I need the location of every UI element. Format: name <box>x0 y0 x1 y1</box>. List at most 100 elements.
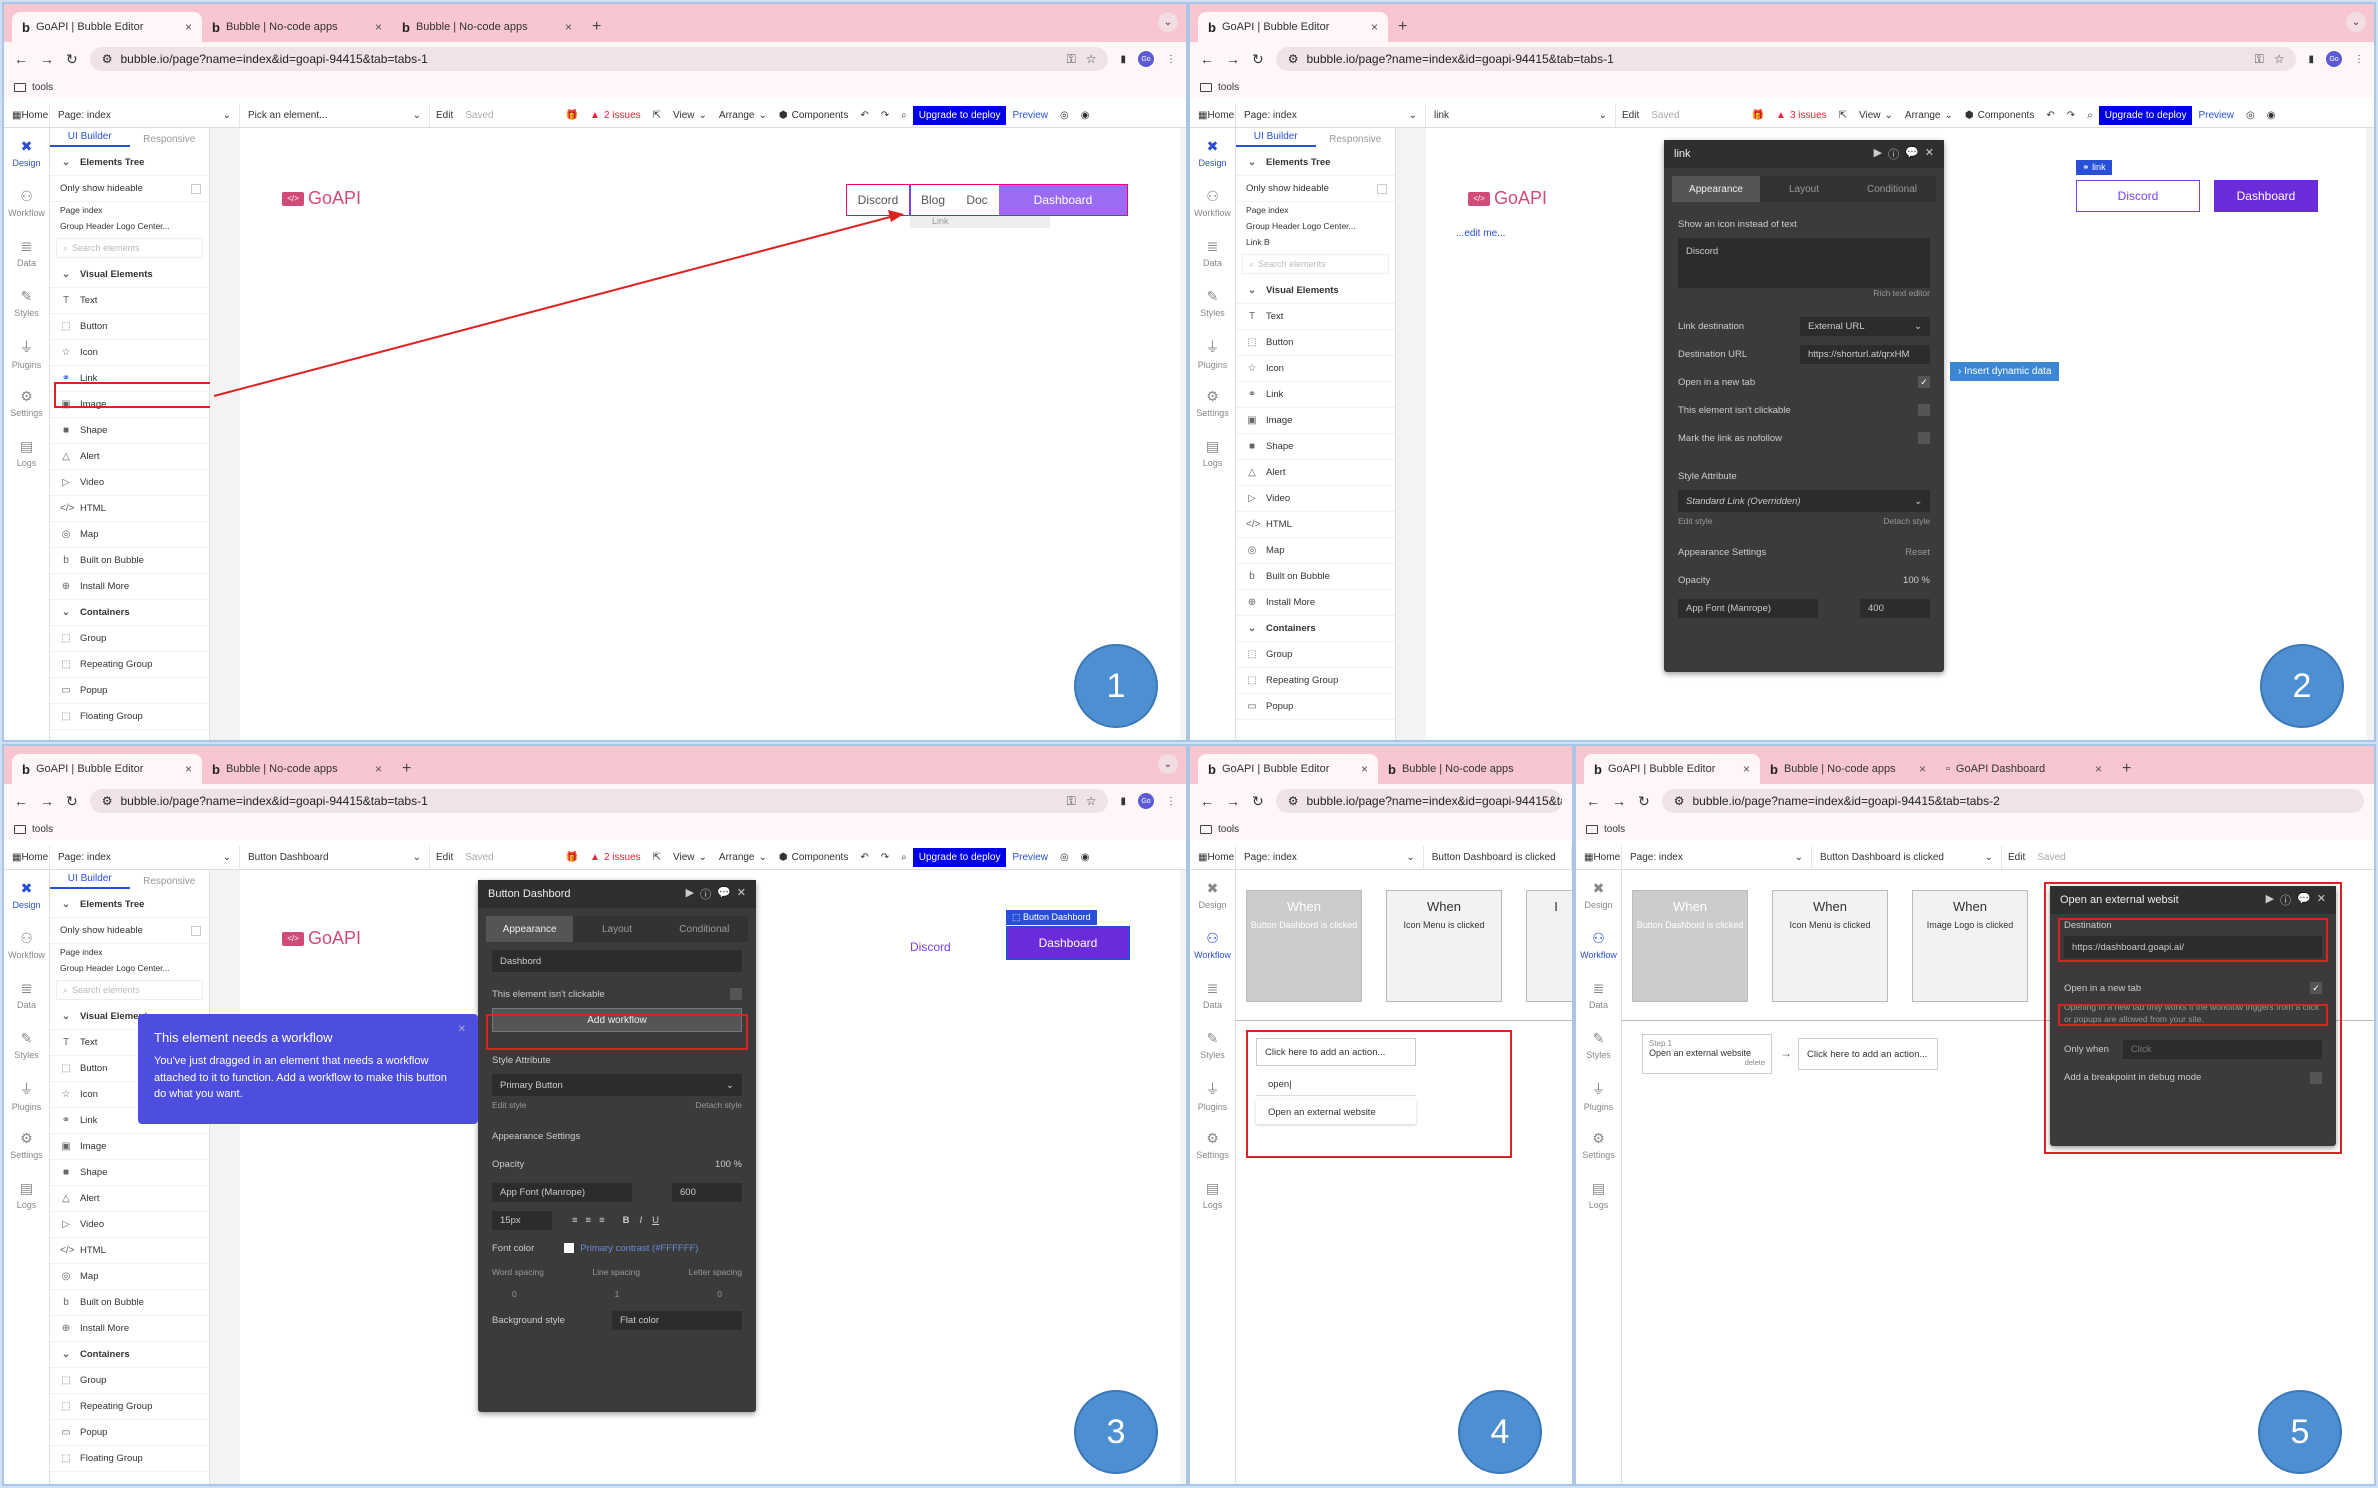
dashboard-button[interactable]: Dashboard <box>2214 180 2318 212</box>
upgrade-button[interactable]: Upgrade to deploy <box>2098 106 2193 125</box>
link-destination-select[interactable]: External URL ⌄ <box>1800 316 1930 336</box>
checkbox[interactable] <box>191 925 201 936</box>
preview-button[interactable]: Preview <box>1006 852 1054 863</box>
close-icon[interactable]: × <box>185 762 192 776</box>
upgrade-button[interactable]: Upgrade to deploy <box>912 848 1007 867</box>
elements-tree-header[interactable]: ⌄ Elements Tree <box>50 892 209 918</box>
url-bar[interactable]: ⚙ bubble.io/page?name=index&id=goapi-9441… <box>1275 47 2297 71</box>
nav-styles[interactable]: ✎ Styles <box>1190 1020 1235 1070</box>
letter-spacing-input[interactable]: 0 <box>717 1289 742 1299</box>
container-floating-group[interactable]: ⬚ Floating Group <box>50 1446 209 1472</box>
tab-appearance[interactable]: Appearance <box>486 916 574 942</box>
tab-appearance[interactable]: Appearance <box>1672 176 1760 202</box>
event-card-logo[interactable]: I <box>1526 890 1572 1002</box>
nav-design[interactable]: ✖ Design <box>1190 870 1235 920</box>
back-icon[interactable]: ← <box>1200 793 1214 809</box>
close-icon[interactable]: ✕ <box>458 1024 466 1035</box>
nav-workflow[interactable]: ⚇ Workflow <box>4 920 49 970</box>
nav-logs[interactable]: ▤ Logs <box>4 1170 49 1220</box>
element-alert[interactable]: △ Alert <box>50 1186 209 1212</box>
bookmark-tools[interactable]: tools <box>1218 82 1239 93</box>
close-icon[interactable]: × <box>2095 762 2102 776</box>
nav-styles[interactable]: ✎ Styles <box>4 1020 49 1070</box>
nav-data[interactable]: ≣ Data <box>1576 970 1621 1020</box>
tree-item-group[interactable]: Group Header Logo Center... <box>1236 218 1395 234</box>
arrange-menu[interactable]: Arrange ⌄ <box>713 852 773 863</box>
button-text-input[interactable]: Dashbord <box>492 950 742 972</box>
tab-ui-builder[interactable]: UI Builder <box>50 873 130 889</box>
gift-icon[interactable]: 🎁 <box>560 852 584 863</box>
element-video[interactable]: ▷ Video <box>50 1212 209 1238</box>
nav-plugins[interactable]: ⏚ Plugins <box>1576 1070 1621 1120</box>
edit-menu[interactable]: Edit <box>2002 852 2031 863</box>
comment-icon[interactable]: 💬 <box>717 886 731 902</box>
edit-menu[interactable]: Edit <box>430 852 459 863</box>
nav-data[interactable]: ≣ Data <box>4 970 49 1020</box>
container-repeating-group[interactable]: ⬚ Repeating Group <box>1236 668 1395 694</box>
dashboard-button[interactable]: Dashboard <box>1006 926 1130 960</box>
weight-select[interactable]: 600 <box>672 1182 742 1202</box>
edit-menu[interactable]: Edit <box>1616 110 1645 121</box>
visual-elements-header[interactable]: ⌄ Visual Elements <box>1236 278 1395 304</box>
view-menu[interactable]: View ⌄ <box>1853 110 1899 121</box>
undo-icon[interactable]: ↶ <box>2040 110 2060 121</box>
forward-icon[interactable]: → <box>1612 793 1626 809</box>
redo-icon[interactable]: ↷ <box>875 852 895 863</box>
edit-style-link[interactable]: Edit style <box>492 1100 527 1116</box>
info-icon[interactable]: ⓘ <box>700 886 711 902</box>
event-card-logo[interactable]: When Image Logo is clicked <box>1912 890 2028 1002</box>
reload-icon[interactable]: ↻ <box>1638 793 1650 810</box>
event-card-icon-menu[interactable]: When Icon Menu is clicked <box>1772 890 1888 1002</box>
nav-styles[interactable]: ✎ Styles <box>1190 278 1235 328</box>
nav-design[interactable]: ✖ Design <box>1190 128 1235 178</box>
reload-icon[interactable]: ↻ <box>1252 793 1264 810</box>
element-icon[interactable]: ☆ Icon <box>1236 356 1395 382</box>
key-icon[interactable]: ⚿ <box>2255 52 2264 67</box>
step-card[interactable]: Step 1 Open an external website delete <box>1642 1034 1772 1074</box>
element-select[interactable]: Button Dashboard is clicked <box>1424 846 1572 869</box>
tab-layout[interactable]: Layout <box>573 916 660 942</box>
new-tab-checkbox[interactable]: ✓ <box>1918 376 1930 388</box>
element-shape[interactable]: ■ Shape <box>1236 434 1395 460</box>
underline-icon[interactable]: U <box>652 1215 659 1226</box>
undo-icon[interactable]: ↶ <box>854 852 874 863</box>
event-card-dashboard[interactable]: When Button Dashbord is clicked <box>1246 890 1362 1002</box>
star-icon[interactable]: ☆ <box>2274 52 2285 67</box>
element-shape[interactable]: ■ Shape <box>50 1160 209 1186</box>
element-built-on-bubble[interactable]: b Built on Bubble <box>1236 564 1395 590</box>
size-select[interactable]: 15px <box>492 1210 552 1230</box>
nav-logs[interactable]: ▤ Logs <box>1190 428 1235 478</box>
forward-icon[interactable]: → <box>40 793 54 809</box>
style-select[interactable]: Standard Link (Overridden) ⌄ <box>1678 490 1930 512</box>
browser-tab[interactable]: ▫ GoAPI Dashboard × <box>1936 754 2112 784</box>
nav-plugins[interactable]: ⏚ Plugins <box>1190 328 1235 378</box>
only-hideable-toggle[interactable]: Only show hideable <box>50 918 209 944</box>
container-group[interactable]: ⬚ Group <box>1236 642 1395 668</box>
font-select[interactable]: App Font (Manrope) <box>1678 598 1818 618</box>
search-elements-input[interactable]: ⌕ Search elements <box>1242 254 1389 274</box>
close-icon[interactable]: ✕ <box>737 886 746 902</box>
bold-icon[interactable]: B <box>623 1215 630 1226</box>
containers-header[interactable]: ⌄ Containers <box>50 1342 209 1368</box>
key-icon[interactable]: ⚿ <box>1067 794 1076 809</box>
container-popup[interactable]: ▭ Popup <box>1236 694 1395 720</box>
nav-logs[interactable]: ▤ Logs <box>1576 1170 1621 1220</box>
edit-me-text[interactable]: ...edit me... <box>1456 228 1505 239</box>
sidebar-icon[interactable]: ▮ <box>2308 54 2314 65</box>
back-icon[interactable]: ← <box>1586 793 1600 809</box>
bookmark-tools[interactable]: tools <box>1604 824 1625 835</box>
star-icon[interactable]: ☆ <box>1086 794 1097 809</box>
sidebar-icon[interactable]: ▮ <box>1120 796 1126 807</box>
close-icon[interactable]: × <box>1361 762 1368 776</box>
tab-ui-builder[interactable]: UI Builder <box>1236 131 1316 147</box>
search-elements-input[interactable]: ⌕ Search elements <box>56 980 203 1000</box>
view-menu[interactable]: View ⌄ <box>667 852 713 863</box>
tree-item-group[interactable]: Group Header Logo Center... <box>50 960 209 976</box>
nav-workflow[interactable]: ⚇ Workflow <box>1190 178 1235 228</box>
components-button[interactable]: ⬢ Components <box>773 852 854 863</box>
home-button[interactable]: ▦ Home <box>4 846 50 869</box>
avatar[interactable]: Go <box>2326 51 2342 67</box>
nav-settings[interactable]: ⚙ Settings <box>1190 378 1235 428</box>
user-icon[interactable]: ◉ <box>1075 852 1096 863</box>
element-text[interactable]: T Text <box>1236 304 1395 330</box>
